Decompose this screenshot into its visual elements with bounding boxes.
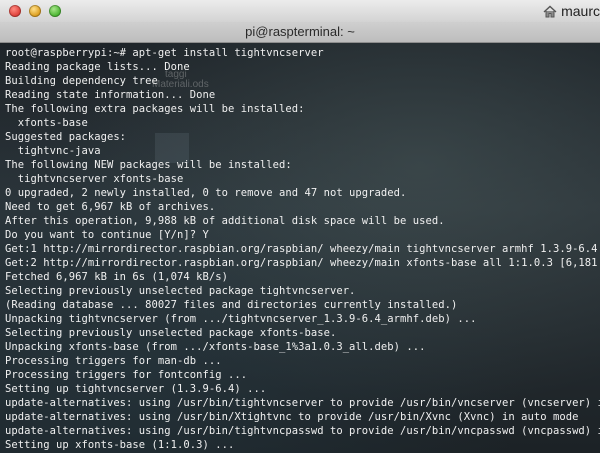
terminal-output[interactable]: taggi Materiali.ods root@raspberrypi:~# … bbox=[0, 43, 600, 453]
zoom-window-button[interactable] bbox=[49, 5, 61, 17]
terminal-line: tightvnc-java bbox=[5, 145, 101, 157]
tab-bar: pi@raspterminal: ~ bbox=[0, 22, 600, 43]
terminal-line: Do you want to continue [Y/n]? Y bbox=[5, 229, 209, 241]
minimize-window-button[interactable] bbox=[29, 5, 41, 17]
window-owner: maurc bbox=[543, 3, 600, 19]
terminal-line: Setting up xfonts-base (1:1.0.3) ... bbox=[5, 439, 235, 451]
terminal-line: Fetched 6,967 kB in 6s (1,074 kB/s) bbox=[5, 271, 229, 283]
terminal-line: xfonts-base bbox=[5, 117, 88, 129]
terminal-line: update-alternatives: using /usr/bin/tigh… bbox=[5, 425, 600, 437]
owner-label: maurc bbox=[561, 3, 600, 19]
terminal-line: Selecting previously unselected package … bbox=[5, 327, 337, 339]
terminal-line: After this operation, 9,988 kB of additi… bbox=[5, 215, 445, 227]
terminal-line: 0 upgraded, 2 newly installed, 0 to remo… bbox=[5, 187, 407, 199]
terminal-line: The following NEW packages will be insta… bbox=[5, 159, 292, 171]
terminal-line: Unpacking tightvncserver (from .../tight… bbox=[5, 313, 477, 325]
terminal-line: (Reading database ... 80027 files and di… bbox=[5, 299, 458, 311]
terminal-line: Building dependency tree bbox=[5, 75, 158, 87]
terminal-line: Suggested packages: bbox=[5, 131, 127, 143]
terminal-line: Need to get 6,967 kB of archives. bbox=[5, 201, 216, 213]
terminal-line: Reading state information... Done bbox=[5, 89, 216, 101]
terminal-line: update-alternatives: using /usr/bin/Xtig… bbox=[5, 411, 579, 423]
terminal-line: Get:2 http://mirrordirector.raspbian.org… bbox=[5, 257, 600, 269]
terminal-line: Reading package lists... Done bbox=[5, 61, 190, 73]
terminal-line: root@raspberrypi:~# apt-get install tigh… bbox=[5, 47, 324, 59]
terminal-line: Unpacking xfonts-base (from .../xfonts-b… bbox=[5, 341, 426, 353]
terminal-line: Processing triggers for man-db ... bbox=[5, 355, 222, 367]
terminal-line: Selecting previously unselected package … bbox=[5, 285, 356, 297]
terminal-line: Setting up tightvncserver (1.3.9-6.4) ..… bbox=[5, 383, 267, 395]
tab-terminal[interactable]: pi@raspterminal: ~ bbox=[0, 22, 600, 42]
terminal-line: update-alternatives: using /usr/bin/tigh… bbox=[5, 397, 600, 409]
window-titlebar: maurc bbox=[0, 0, 600, 23]
close-window-button[interactable] bbox=[9, 5, 21, 17]
terminal-line: The following extra packages will be ins… bbox=[5, 103, 305, 115]
terminal-line: Get:1 http://mirrordirector.raspbian.org… bbox=[5, 243, 600, 255]
terminal-line: tightvncserver xfonts-base bbox=[5, 173, 184, 185]
terminal-line: Processing triggers for fontconfig ... bbox=[5, 369, 248, 381]
home-icon bbox=[543, 5, 557, 18]
